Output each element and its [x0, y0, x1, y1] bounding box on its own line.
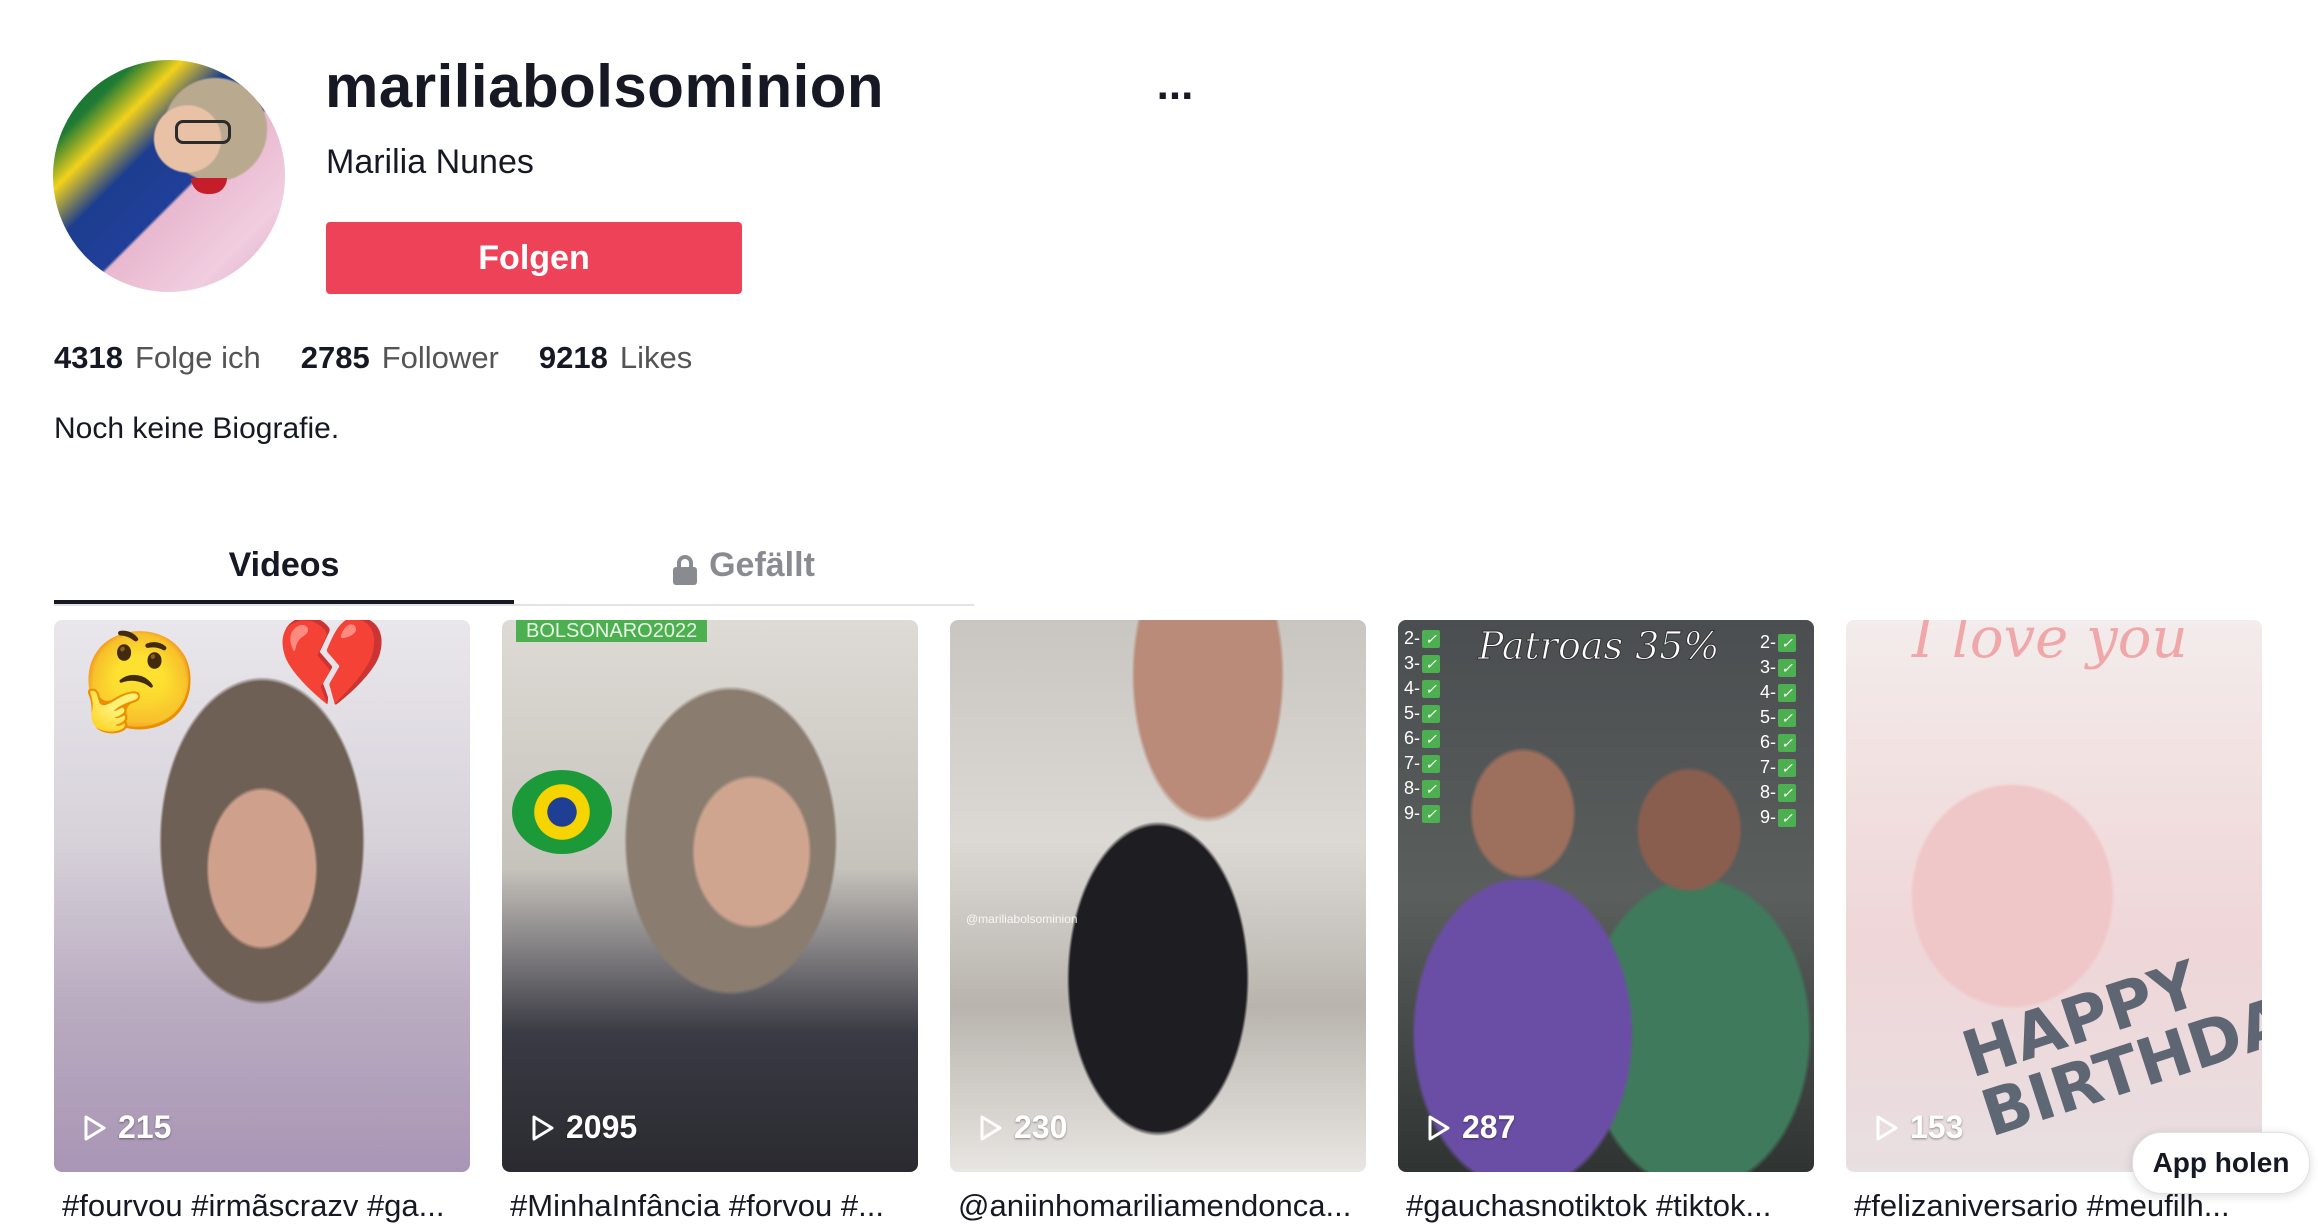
lock-icon: [673, 555, 698, 585]
video-card[interactable]: 2- ✓ 3- ✓ 4- ✓ 5- ✓ 6- ✓ 7- ✓ 8- ✓ 9- ✓ 2- ✓ 3- ✓ …: [1398, 620, 1814, 1172]
tab-videos[interactable]: Videos: [54, 538, 514, 604]
view-count: 287: [1426, 1109, 1515, 1146]
view-count: 2095: [530, 1109, 637, 1146]
video-banner: BOLSONARO2022: [516, 620, 708, 642]
play-icon: [980, 1115, 1002, 1140]
video-card[interactable]: 🤔 💔 215: [54, 620, 470, 1172]
stat-following[interactable]: 4318 Folge ich: [54, 340, 261, 376]
view-count: 153: [1874, 1109, 1963, 1146]
profile-stats: 4318 Folge ich 2785 Follower 9218 Likes: [54, 340, 692, 376]
play-icon: [1428, 1115, 1450, 1140]
profile-avatar: [53, 60, 285, 292]
checklist-left: 2- ✓ 3- ✓ 4- ✓ 5- ✓ 6- ✓ 7- ✓ 8- ✓ 9- ✓: [1404, 628, 1441, 824]
profile-nickname: Marilia Nunes: [326, 143, 534, 181]
video-title-overlay: I love you: [1912, 620, 2188, 671]
get-app-button[interactable]: App holen: [2132, 1132, 2310, 1194]
stat-following-value: 4318: [54, 340, 123, 375]
profile-bio: Noch keine Biografie.: [54, 412, 340, 445]
view-count: 230: [978, 1109, 1067, 1146]
video-caption[interactable]: @aniinhomariliamendonca...: [950, 1188, 1366, 1224]
stat-likes-label: Likes: [619, 340, 693, 375]
thinking-face-icon: 🤔: [80, 628, 200, 735]
video-title-overlay: Patroas 35%: [1478, 624, 1721, 669]
broken-heart-icon: 💔: [276, 620, 389, 713]
video-card[interactable]: BOLSONARO2022 2095: [502, 620, 918, 1172]
video-caption[interactable]: #gauchasnotiktok #tiktok...: [1398, 1188, 1814, 1224]
stat-likes: 9218 Likes: [539, 340, 692, 376]
video-watermark: @mariliabolsominion: [966, 912, 1078, 926]
birthday-overlay: HAPPY BIRTHDAY: [1953, 947, 2262, 1153]
view-count-value: 287: [1462, 1109, 1516, 1145]
view-count: 215: [82, 1109, 171, 1146]
stat-likes-value: 9218: [538, 340, 608, 375]
follow-button[interactable]: Folgen: [326, 222, 742, 294]
play-icon: [1876, 1115, 1898, 1140]
avatar-smile: [191, 178, 227, 194]
play-icon: [84, 1115, 106, 1140]
stat-followers[interactable]: 2785 Follower: [301, 340, 499, 376]
video-caption[interactable]: #fourvou #irmãscrazv #ga...: [54, 1188, 470, 1224]
tab-liked-label: Gefällt: [709, 546, 815, 584]
video-card[interactable]: I love you HAPPY BIRTHDAY 153: [1846, 620, 2262, 1172]
play-icon: [532, 1115, 554, 1140]
avatar-glasses: [175, 120, 231, 144]
checklist-right: 2- ✓ 3- ✓ 4- ✓ 5- ✓ 6- ✓ 7- ✓ 8- ✓ 9- ✓: [1760, 632, 1797, 828]
profile-username: mariliabolsominion: [325, 53, 885, 120]
view-count-value: 2095: [566, 1109, 638, 1145]
stat-followers-value: 2785: [300, 340, 370, 375]
more-options-icon[interactable]: ...: [1148, 63, 1202, 110]
video-caption[interactable]: #MinhaInfância #forvou #...: [502, 1188, 918, 1224]
stat-followers-label: Follower: [381, 340, 499, 375]
view-count-value: 215: [118, 1109, 172, 1145]
profile-tabs: Videos Gefällt: [54, 538, 974, 606]
brazil-flag-icon: [512, 770, 612, 854]
stat-following-label: Folge ich: [134, 340, 261, 375]
tab-videos-label: Videos: [228, 546, 340, 584]
view-count-value: 153: [1910, 1109, 1964, 1145]
tab-liked[interactable]: Gefällt: [514, 538, 974, 604]
video-card[interactable]: @mariliabolsominion 230: [950, 620, 1366, 1172]
view-count-value: 230: [1014, 1109, 1068, 1145]
